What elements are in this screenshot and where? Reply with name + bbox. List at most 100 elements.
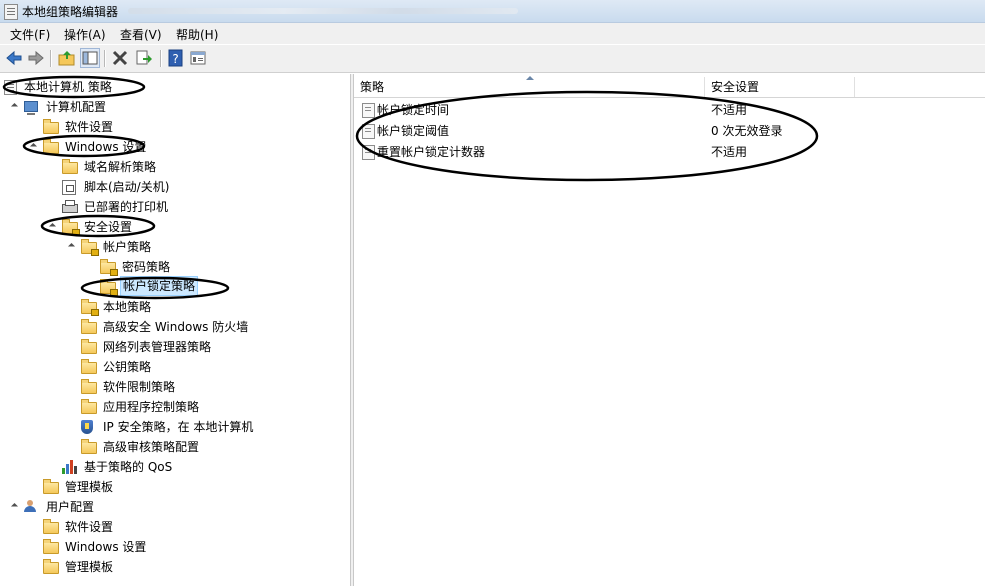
collapsed-arrow-icon[interactable] <box>86 257 96 277</box>
policy-item-icon <box>362 124 375 139</box>
tree-node[interactable]: 帐户策略 <box>67 237 350 257</box>
expanded-arrow-icon[interactable] <box>29 137 39 157</box>
collapsed-arrow-icon[interactable] <box>67 437 77 457</box>
tree-node-label: 安全设置 <box>84 220 133 234</box>
tree-node[interactable]: 基于策略的 QoS <box>48 457 350 477</box>
expanded-arrow-icon[interactable] <box>10 97 20 117</box>
tree-node-label: 公钥策略 <box>103 360 152 374</box>
collapsed-arrow-icon[interactable] <box>67 417 77 437</box>
tree-node-label: 软件限制策略 <box>103 380 176 394</box>
qos-chart-icon <box>62 460 78 474</box>
console-content: 本地计算机 策略 计算机配置 软件设置 Windows 设置 域名解析策略 脚本(启动/关… <box>0 74 985 586</box>
tree-node[interactable]: Windows 设置 <box>29 137 350 157</box>
export-list-icon[interactable] <box>134 48 154 68</box>
tree-node[interactable]: 管理模板 <box>29 477 350 497</box>
tree-node[interactable]: 公钥策略 <box>67 357 350 377</box>
delete-x-icon[interactable] <box>110 48 130 68</box>
tree-node[interactable]: 管理模板 <box>29 557 350 577</box>
collapsed-arrow-icon[interactable] <box>29 557 39 577</box>
tree-node[interactable]: 本地策略 <box>67 297 350 317</box>
collapsed-arrow-icon[interactable] <box>48 457 58 477</box>
script-icon <box>62 180 76 195</box>
tree-node[interactable]: 网络列表管理器策略 <box>67 337 350 357</box>
app-icon <box>4 4 18 20</box>
collapsed-arrow-icon[interactable] <box>67 397 77 417</box>
tree-node-label: 脚本(启动/关机) <box>84 180 170 194</box>
tree-node[interactable]: 高级安全 Windows 防火墙 <box>67 317 350 337</box>
list-header: 策略 安全设置 <box>354 76 985 98</box>
up-folder-icon[interactable] <box>57 48 77 68</box>
expanded-arrow-icon[interactable] <box>48 217 58 237</box>
folder-icon <box>81 339 97 354</box>
folder-icon <box>81 399 97 414</box>
collapsed-arrow-icon[interactable] <box>67 377 77 397</box>
tree-pane[interactable]: 本地计算机 策略 计算机配置 软件设置 Windows 设置 域名解析策略 脚本(启动/关… <box>0 74 350 586</box>
list-row[interactable]: 帐户锁定时间 不适用 <box>354 100 985 121</box>
users-icon <box>24 500 36 512</box>
tree-node[interactable]: 高级审核策略配置 <box>67 437 350 457</box>
policy-name: 帐户锁定阈值 <box>377 124 450 138</box>
list-row[interactable]: 帐户锁定阈值 0 次无效登录 <box>354 121 985 142</box>
folder-icon <box>81 359 97 374</box>
toolbar-separator <box>104 50 105 67</box>
help-icon[interactable]: ? <box>166 48 186 68</box>
svg-text:?: ? <box>172 52 178 66</box>
collapsed-arrow-icon[interactable] <box>67 297 77 317</box>
tree-node[interactable]: 软件设置 <box>29 517 350 537</box>
tree-node-label: IP 安全策略，在 本地计算机 <box>103 420 254 434</box>
collapsed-arrow-icon[interactable] <box>67 317 77 337</box>
column-header-setting[interactable]: 安全设置 <box>705 77 855 97</box>
folder-icon <box>62 159 78 174</box>
tree-node[interactable]: 软件设置 <box>29 117 350 137</box>
sort-ascending-icon <box>526 76 534 80</box>
tree-node-label: 域名解析策略 <box>84 160 157 174</box>
menu-view[interactable]: 查看(V) <box>120 26 162 43</box>
collapsed-arrow-icon[interactable] <box>29 477 39 497</box>
collapsed-arrow-icon[interactable] <box>48 157 58 177</box>
tree-node[interactable]: 计算机配置 <box>10 97 350 117</box>
folder-icon <box>43 539 59 554</box>
expanded-arrow-icon[interactable] <box>67 237 77 257</box>
list-pane[interactable]: 策略 安全设置 帐户锁定时间 不适用 帐户锁定阈值 0 次无效登录 重置帐户锁定… <box>354 74 985 586</box>
menu-action[interactable]: 操作(A) <box>64 26 106 43</box>
tree-node-label: 已部署的打印机 <box>84 200 169 214</box>
collapsed-arrow-icon[interactable] <box>29 537 39 557</box>
list-row[interactable]: 重置帐户锁定计数器 不适用 <box>354 142 985 163</box>
tree-node[interactable]: 本地计算机 策略 <box>4 77 350 97</box>
tree-node-label: 帐户策略 <box>103 240 152 254</box>
back-arrow-icon[interactable] <box>4 48 24 68</box>
properties-icon[interactable] <box>188 48 208 68</box>
policy-item-icon <box>362 145 375 160</box>
policy-document-icon <box>4 80 17 95</box>
tree-node[interactable]: 已部署的打印机 <box>48 197 350 217</box>
collapsed-arrow-icon[interactable] <box>48 197 58 217</box>
collapsed-arrow-icon[interactable] <box>29 517 39 537</box>
show-hide-tree-icon[interactable] <box>80 48 100 68</box>
menu-file[interactable]: 文件(F) <box>10 26 50 43</box>
tree-node-label: 管理模板 <box>65 480 114 494</box>
tree-node-label: 帐户锁定策略 <box>120 276 199 296</box>
tree-node[interactable]: Windows 设置 <box>29 537 350 557</box>
tree-node-label: 高级审核策略配置 <box>103 440 200 454</box>
tree-node-label: 基于策略的 QoS <box>84 460 173 474</box>
column-header-policy[interactable]: 策略 <box>354 76 705 97</box>
tree-node[interactable]: 用户配置 <box>10 497 350 517</box>
tree-node[interactable]: 密码策略 <box>86 257 350 277</box>
tree-node-label: 网络列表管理器策略 <box>103 340 212 354</box>
tree-node[interactable]: 域名解析策略 <box>48 157 350 177</box>
tree-node[interactable]: IP 安全策略，在 本地计算机 <box>67 417 350 437</box>
tree-node[interactable]: 安全设置 <box>48 217 350 237</box>
tree-node[interactable]: 软件限制策略 <box>67 377 350 397</box>
tree-node[interactable]: 帐户锁定策略 <box>86 276 350 297</box>
collapsed-arrow-icon[interactable] <box>29 117 39 137</box>
policy-item-icon <box>362 103 375 118</box>
forward-arrow-icon[interactable] <box>26 48 46 68</box>
collapsed-arrow-icon[interactable] <box>67 357 77 377</box>
blurred-title-area <box>128 8 518 14</box>
menu-help[interactable]: 帮助(H) <box>176 26 218 43</box>
expanded-arrow-icon[interactable] <box>10 497 20 517</box>
tree-node[interactable]: 应用程序控制策略 <box>67 397 350 417</box>
tree-node[interactable]: 脚本(启动/关机) <box>48 177 350 197</box>
tree-node-label: 软件设置 <box>65 520 114 534</box>
tree-node-label: Windows 设置 <box>65 540 147 554</box>
